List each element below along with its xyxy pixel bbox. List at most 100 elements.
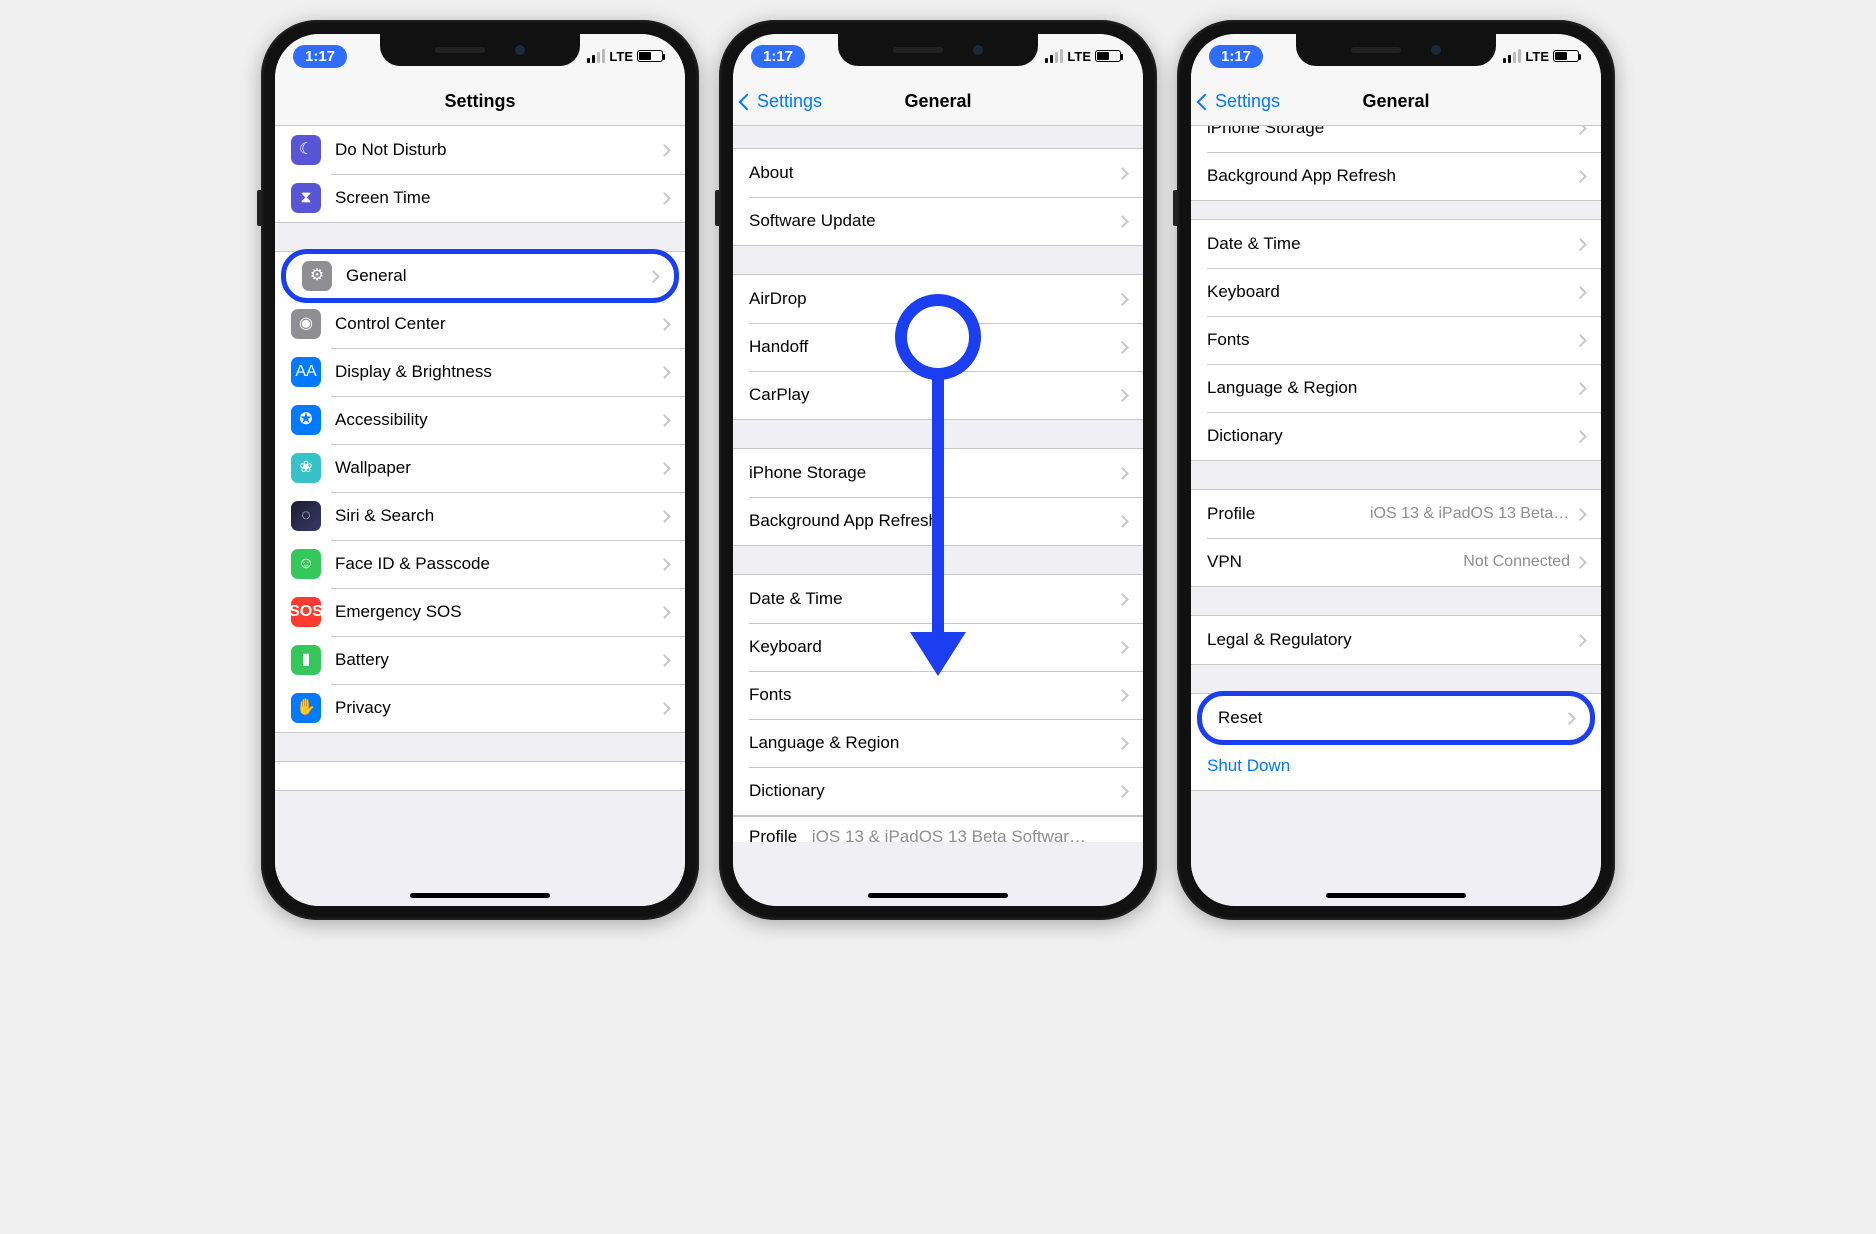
row-control-center-icon: ◉ [291, 309, 321, 339]
network-label: LTE [609, 49, 633, 64]
row-faceid-passcode[interactable]: ☺Face ID & Passcode [275, 540, 685, 588]
chevron-right-icon [1574, 556, 1587, 569]
row-label: CarPlay [749, 385, 1118, 405]
row-language-region[interactable]: Language & Region [733, 719, 1143, 767]
row-label: Accessibility [335, 410, 660, 430]
chevron-right-icon [1116, 593, 1129, 606]
home-indicator[interactable] [868, 893, 1008, 898]
signal-icon [1503, 49, 1521, 63]
highlight-reset: Reset [1197, 691, 1595, 745]
row-iphone-storage[interactable]: iPhone Storage [1191, 126, 1601, 152]
back-label: Settings [1215, 91, 1280, 112]
status-time: 1:17 [751, 45, 805, 68]
row-detail: iOS 13 & iPadOS 13 Beta Softwar... [1370, 505, 1570, 523]
row-dictionary[interactable]: Dictionary [733, 767, 1143, 815]
general-list[interactable]: AboutSoftware Update AirDropHandoff CarPl… [733, 126, 1143, 906]
notch [838, 34, 1038, 66]
back-button[interactable]: Settings [1199, 78, 1280, 125]
row-label: Display & Brightness [335, 362, 660, 382]
home-indicator[interactable] [410, 893, 550, 898]
row-fonts[interactable]: Fonts [1191, 316, 1601, 364]
row-carplay[interactable]: CarPlay [733, 371, 1143, 419]
chevron-right-icon [1574, 634, 1587, 647]
chevron-right-icon [1116, 641, 1129, 654]
chevron-right-icon [1116, 515, 1129, 528]
row-background-app-refresh[interactable]: Background App Refresh [1191, 152, 1601, 200]
row-date-time[interactable]: Date & Time [1191, 220, 1601, 268]
battery-icon [1553, 50, 1579, 62]
notch [380, 34, 580, 66]
row-label: Battery [335, 650, 660, 670]
row-about[interactable]: About [733, 149, 1143, 197]
row-language-region[interactable]: Language & Region [1191, 364, 1601, 412]
screen-1: 1:17 LTE Settings ☾Do Not Disturb⧗Screen… [275, 34, 685, 906]
status-time: 1:17 [293, 45, 347, 68]
row-legal-regulatory[interactable]: Legal & Regulatory [1191, 616, 1601, 664]
chevron-right-icon [658, 318, 671, 331]
row-profile-peek[interactable]: Profile iOS 13 & iPadOS 13 Beta Softwar… [733, 816, 1143, 842]
back-button[interactable]: Settings [741, 78, 822, 125]
group-main: ⚙ General ◉Control CenterAADisplay & Bri… [275, 251, 685, 733]
chevron-right-icon [658, 510, 671, 523]
home-indicator[interactable] [1326, 893, 1466, 898]
settings-list[interactable]: ☾Do Not Disturb⧗Screen Time ⚙ General ◉C… [275, 126, 685, 906]
chevron-right-icon [1116, 689, 1129, 702]
row-label: Face ID & Passcode [335, 554, 660, 574]
row-label: Keyboard [1207, 282, 1576, 302]
highlight-general: ⚙ General [281, 249, 679, 303]
chevron-right-icon [658, 702, 671, 715]
chevron-left-icon [739, 93, 756, 110]
row-airdrop[interactable]: AirDrop [733, 275, 1143, 323]
row-shut-down[interactable]: Shut Down [1191, 742, 1601, 790]
row-iphone-storage[interactable]: iPhone Storage [733, 449, 1143, 497]
row-general[interactable]: ⚙ General [286, 254, 674, 298]
phone-frame-2: 1:17 LTE Settings General AboutSoftware … [719, 20, 1157, 920]
row-label: Dictionary [1207, 426, 1576, 446]
row-reset[interactable]: Reset [1202, 696, 1590, 740]
row-software-update[interactable]: Software Update [733, 197, 1143, 245]
chevron-right-icon [658, 144, 671, 157]
notch [1296, 34, 1496, 66]
battery-icon [1095, 50, 1121, 62]
row-accessibility[interactable]: ✪ Accessibility [275, 396, 685, 444]
row-keyboard[interactable]: Keyboard [1191, 268, 1601, 316]
row-display-brightness[interactable]: AADisplay & Brightness [275, 348, 685, 396]
chevron-right-icon [1574, 334, 1587, 347]
row-label: Wallpaper [335, 458, 660, 478]
row-control-center[interactable]: ◉Control Center [275, 300, 685, 348]
row-dictionary[interactable]: Dictionary [1191, 412, 1601, 460]
row-keyboard[interactable]: Keyboard [733, 623, 1143, 671]
row-siri-search[interactable]: ◌Siri & Search [275, 492, 685, 540]
row-do-not-disturb-icon: ☾ [291, 135, 321, 165]
row-label: Background App Refresh [1207, 166, 1576, 186]
row-label: Emergency SOS [335, 602, 660, 622]
row-screen-time[interactable]: ⧗Screen Time [275, 174, 685, 222]
row-profile[interactable]: ProfileiOS 13 & iPadOS 13 Beta Softwar..… [1191, 490, 1601, 538]
row-fonts[interactable]: Fonts [733, 671, 1143, 719]
row-wallpaper[interactable]: ❀ Wallpaper [275, 444, 685, 492]
row-vpn[interactable]: VPNNot Connected [1191, 538, 1601, 586]
row-do-not-disturb[interactable]: ☾Do Not Disturb [275, 126, 685, 174]
row-background-app-refresh[interactable]: Background App Refresh [733, 497, 1143, 545]
network-label: LTE [1067, 49, 1091, 64]
row-wallpaper-icon: ❀ [291, 453, 321, 483]
gear-icon: ⚙ [302, 261, 332, 291]
row-privacy[interactable]: ✋Privacy [275, 684, 685, 732]
row-date-time[interactable]: Date & Time [733, 575, 1143, 623]
chevron-right-icon [1116, 467, 1129, 480]
page-title: General [904, 91, 971, 112]
chevron-right-icon [1574, 508, 1587, 521]
chevron-right-icon [1574, 286, 1587, 299]
row-emergency-sos[interactable]: SOSEmergency SOS [275, 588, 685, 636]
chevron-right-icon [1574, 126, 1587, 134]
row-handoff[interactable]: Handoff [733, 323, 1143, 371]
row-label: Language & Region [1207, 378, 1576, 398]
general-list-scrolled[interactable]: iPhone Storage Background App Refresh Dat… [1191, 126, 1601, 906]
navbar: Settings General [733, 78, 1143, 126]
row-accessibility-icon: ✪ [291, 405, 321, 435]
chevron-right-icon [1116, 293, 1129, 306]
row-battery[interactable]: ▮Battery [275, 636, 685, 684]
phone-frame-1: 1:17 LTE Settings ☾Do Not Disturb⧗Screen… [261, 20, 699, 920]
row-label: Date & Time [749, 589, 1118, 609]
row-label: General [346, 266, 649, 286]
